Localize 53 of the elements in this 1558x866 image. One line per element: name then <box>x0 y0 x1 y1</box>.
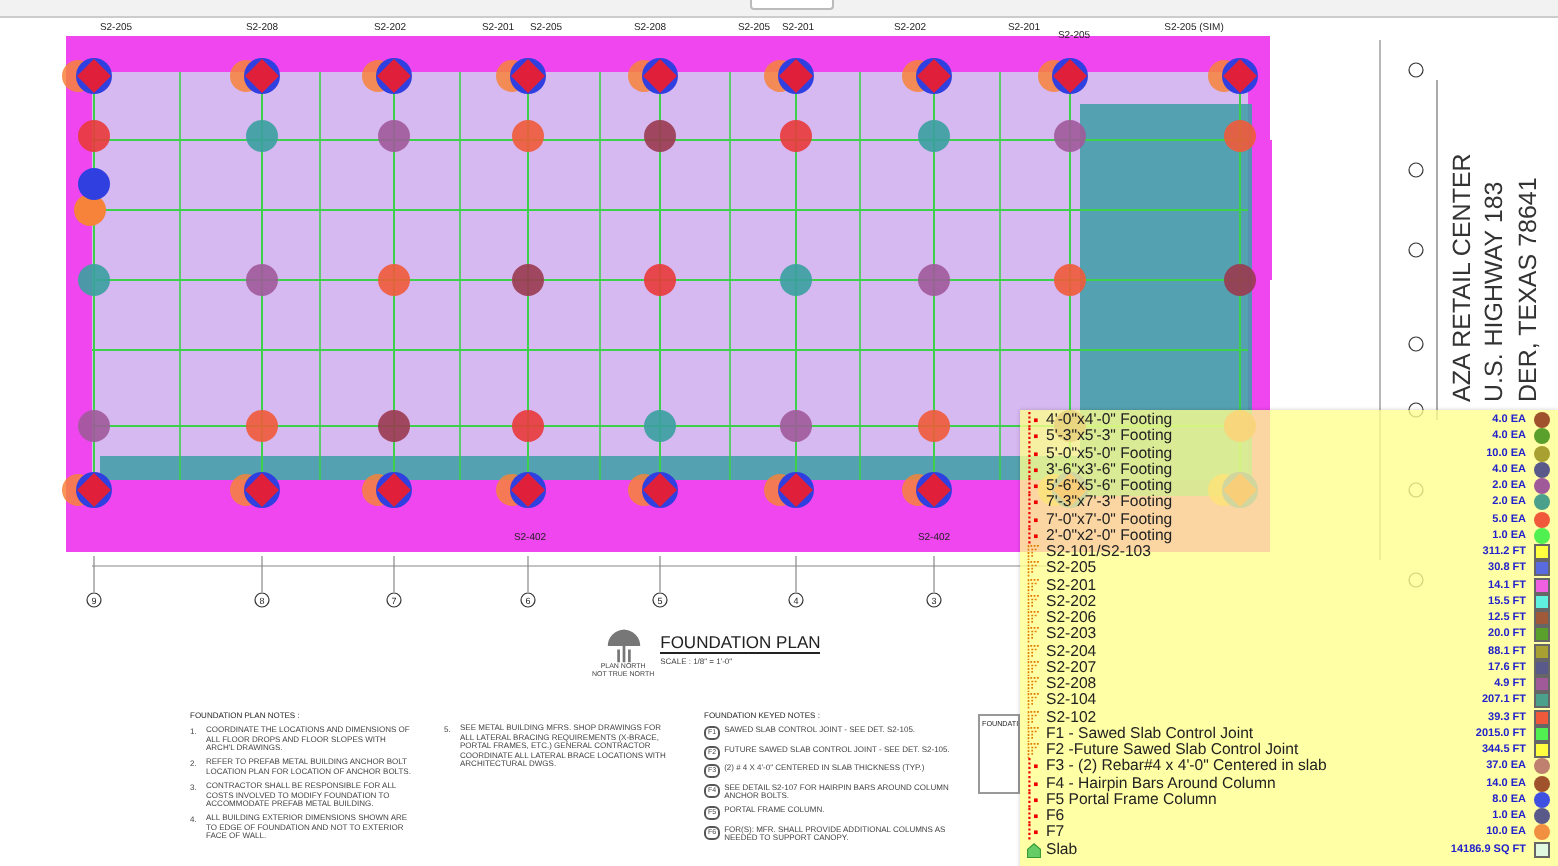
footing-marker <box>512 120 544 152</box>
footing-marker <box>918 410 950 442</box>
grid-bubble <box>1408 162 1424 178</box>
grid-bubble <box>1408 62 1424 78</box>
footing-marker <box>78 410 110 442</box>
footing-marker <box>918 120 950 152</box>
footing-marker <box>1224 264 1256 296</box>
project-address: U.S. HIGHWAY 183 <box>1478 181 1511 402</box>
footing-marker <box>512 410 544 442</box>
footing-marker <box>1054 120 1086 152</box>
footing-marker <box>1054 264 1086 296</box>
footing-marker <box>246 410 278 442</box>
footing-marker <box>378 120 410 152</box>
drawing-title: FOUNDATION PLAN <box>660 634 821 655</box>
footing-marker <box>78 120 110 152</box>
area-marker-icon <box>1026 841 1042 858</box>
column-marker <box>496 472 546 508</box>
column-marker <box>764 472 814 508</box>
column-marker <box>496 58 546 94</box>
footing-marker <box>512 264 544 296</box>
footing-marker <box>644 264 676 296</box>
column-marker <box>628 472 678 508</box>
footing-marker <box>644 410 676 442</box>
footing-marker <box>780 264 812 296</box>
toolbar-button[interactable] <box>750 0 834 10</box>
footing-marker <box>780 410 812 442</box>
column-marker <box>230 472 280 508</box>
footing-marker <box>78 264 110 296</box>
footing-marker <box>246 120 278 152</box>
grid-bubble <box>1408 242 1424 258</box>
footing-marker <box>918 264 950 296</box>
column-marker <box>362 472 412 508</box>
column-marker <box>74 168 110 226</box>
column-marker <box>230 58 280 94</box>
footing-marker <box>378 264 410 296</box>
footing-marker <box>644 120 676 152</box>
project-address: AZA RETAIL CENTER <box>1446 153 1478 402</box>
column-marker <box>902 58 952 94</box>
project-address: DER, TEXAS 78641 <box>1511 177 1543 402</box>
column-marker <box>62 472 112 508</box>
column-marker <box>362 58 412 94</box>
grid-bubble <box>1408 336 1424 352</box>
footing-marker <box>378 410 410 442</box>
footing-marker <box>1224 120 1256 152</box>
column-marker <box>1208 58 1258 94</box>
column-marker <box>62 58 112 94</box>
column-marker <box>764 58 814 94</box>
column-marker <box>902 472 952 508</box>
north-arrow-icon <box>605 628 642 664</box>
footing-marker <box>780 120 812 152</box>
column-marker <box>628 58 678 94</box>
column-marker <box>1038 58 1088 94</box>
footing-marker <box>246 264 278 296</box>
